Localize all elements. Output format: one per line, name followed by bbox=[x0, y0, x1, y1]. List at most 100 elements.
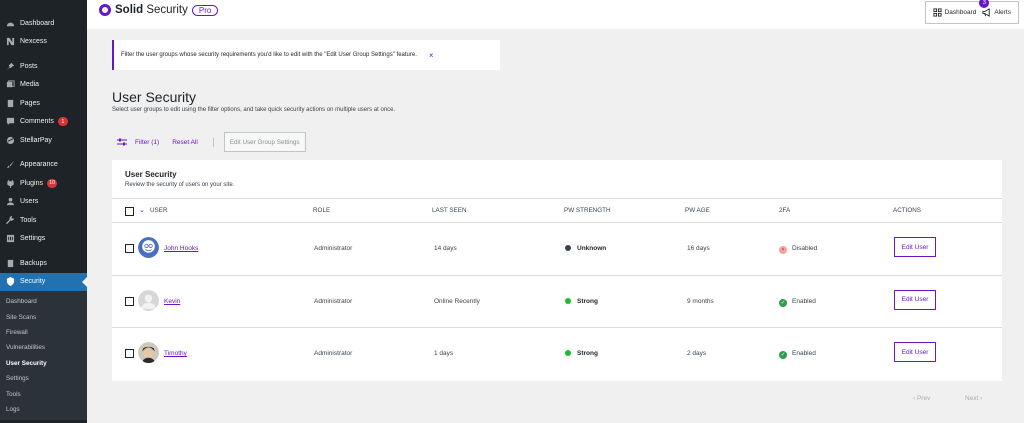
sidebar-item-media[interactable]: Media bbox=[0, 76, 87, 95]
sidebar-item-dashboard[interactable]: Dashboard bbox=[0, 14, 87, 33]
next-page-button[interactable]: Next › bbox=[965, 395, 982, 402]
strength-dot-icon bbox=[565, 350, 571, 356]
row-checkbox[interactable] bbox=[125, 296, 134, 306]
submenu-item-tools[interactable]: Tools bbox=[0, 386, 87, 401]
sidebar-item-nexcess[interactable]: Nexcess bbox=[0, 33, 87, 52]
sliders-icon bbox=[117, 138, 127, 146]
dashboard-icon bbox=[5, 18, 15, 28]
table-row: Timothy Administrator 1 days Strong 2 da… bbox=[112, 328, 1002, 381]
user-last-seen: Online Recently bbox=[434, 297, 480, 305]
logo-text: Solid Security bbox=[115, 4, 188, 16]
submenu-item-logs[interactable]: Logs bbox=[0, 402, 87, 417]
pw-age: 9 months bbox=[687, 297, 714, 305]
strength-dot-icon bbox=[565, 297, 571, 304]
row-checkbox[interactable] bbox=[125, 349, 134, 358]
alerts-button-label: Alerts bbox=[994, 9, 1011, 16]
pw-strength: Strong bbox=[565, 350, 598, 357]
user-icon bbox=[5, 197, 15, 207]
sidebar-item-label: Settings bbox=[20, 235, 46, 243]
user-name-link[interactable]: John Hooks bbox=[164, 245, 198, 252]
toolbar-divider bbox=[212, 137, 214, 147]
submenu-item-site-scans[interactable]: Site Scans bbox=[0, 309, 87, 324]
pw-strength: Strong bbox=[565, 297, 598, 305]
sidebar-item-label: Security bbox=[20, 278, 46, 286]
sidebar-item-pages[interactable]: Pages bbox=[0, 94, 87, 113]
edit-user-button[interactable]: Edit User bbox=[894, 342, 936, 362]
settings-icon bbox=[5, 234, 15, 244]
media-icon bbox=[5, 80, 15, 90]
solid-security-logo: Solid Security Pro bbox=[99, 4, 219, 16]
plugins-count-badge: 10 bbox=[46, 178, 58, 188]
row-checkbox[interactable] bbox=[125, 244, 134, 253]
user-name-link[interactable]: Timothy bbox=[164, 350, 187, 357]
submenu-item-firewall[interactable]: Firewall bbox=[0, 325, 87, 340]
sidebar-item-plugins[interactable]: Plugins 10 bbox=[0, 174, 87, 193]
submenu-item-dashboard[interactable]: Dashboard bbox=[0, 294, 87, 309]
card-subtitle: Review the security of users on your sit… bbox=[125, 182, 235, 188]
backup-icon bbox=[5, 258, 15, 268]
chevron-down-icon[interactable]: ⌄ bbox=[139, 206, 145, 214]
submenu-item-vulnerabilities[interactable]: Vulnerabilities bbox=[0, 340, 87, 355]
plugin-header: Solid Security Pro Dashboard 3 Alerts bbox=[87, 0, 1024, 29]
sidebar-item-backups[interactable]: Backups bbox=[0, 254, 87, 273]
table-row: Kevin Administrator Online Recently Stro… bbox=[112, 276, 1002, 328]
avatar bbox=[138, 289, 159, 311]
sidebar-item-appearance[interactable]: Appearance bbox=[0, 156, 87, 175]
user-role: Administrator bbox=[314, 245, 353, 252]
filter-notice: Filter the user groups whose security re… bbox=[112, 40, 500, 70]
avatar bbox=[138, 342, 159, 363]
filter-button-label: Filter (1) bbox=[135, 138, 160, 146]
user-security-card: User Security Review the security of use… bbox=[112, 160, 1002, 381]
sidebar-item-security[interactable]: Security bbox=[0, 272, 87, 291]
nexcess-icon bbox=[5, 37, 15, 47]
sidebar-item-label: Backups bbox=[20, 259, 47, 267]
page-title: User Security bbox=[112, 89, 197, 105]
table-row: John Hooks Administrator 14 days Unknown… bbox=[112, 223, 1002, 276]
column-header-last-seen: LAST SEEN bbox=[432, 207, 467, 214]
edit-user-button[interactable]: Edit User bbox=[894, 289, 936, 310]
dashboard-button-label: Dashboard bbox=[944, 9, 977, 16]
shield-icon bbox=[5, 277, 15, 287]
sidebar-item-users[interactable]: Users bbox=[0, 193, 87, 212]
submenu-item-settings[interactable]: Settings bbox=[0, 371, 87, 386]
admin-sidebar: Dashboard Nexcess Posts Media Pages Comm… bbox=[0, 0, 87, 423]
user-name-link[interactable]: Kevin bbox=[164, 298, 180, 305]
sidebar-item-label: Dashboard bbox=[20, 19, 55, 27]
reset-all-link[interactable]: Reset All bbox=[172, 139, 198, 146]
select-all-checkbox[interactable] bbox=[125, 207, 134, 216]
avatar bbox=[138, 237, 159, 258]
sidebar-item-label: Media bbox=[20, 81, 40, 89]
header-actions: Dashboard 3 Alerts bbox=[924, 0, 1019, 24]
edit-user-button[interactable]: Edit User bbox=[894, 237, 936, 257]
edit-user-group-settings-button[interactable]: Edit User Group Settings bbox=[223, 132, 306, 152]
user-role: Administrator bbox=[314, 297, 353, 305]
alerts-count-badge: 3 bbox=[979, 0, 990, 8]
notice-close-icon[interactable]: × bbox=[429, 51, 434, 60]
sidebar-item-tools[interactable]: Tools bbox=[0, 211, 87, 230]
pw-age: 2 days bbox=[687, 350, 707, 357]
dashboard-button[interactable]: Dashboard bbox=[933, 8, 977, 17]
security-submenu: Dashboard Site Scans Firewall Vulnerabil… bbox=[0, 291, 87, 421]
pro-badge: Pro bbox=[191, 4, 219, 16]
sidebar-item-comments[interactable]: Comments 1 bbox=[0, 113, 87, 132]
check-icon: ✓ bbox=[779, 351, 787, 359]
card-title: User Security bbox=[125, 170, 177, 179]
sidebar-item-stellarpay[interactable]: StellarPay bbox=[0, 131, 87, 150]
logo-mark-icon bbox=[99, 4, 111, 16]
twofa-status: ✓ Enabled bbox=[779, 350, 816, 359]
column-header-user[interactable]: USER bbox=[150, 207, 168, 214]
sidebar-item-posts[interactable]: Posts bbox=[0, 57, 87, 76]
filter-button[interactable]: Filter (1) bbox=[117, 137, 159, 147]
sidebar-item-label: Appearance bbox=[20, 161, 58, 169]
sidebar-item-label: Pages bbox=[20, 99, 40, 107]
prev-page-button[interactable]: ‹ Prev bbox=[913, 395, 930, 402]
plugin-icon bbox=[5, 178, 15, 188]
alerts-button[interactable]: 3 Alerts bbox=[979, 0, 1011, 17]
sidebar-item-settings[interactable]: Settings bbox=[0, 230, 87, 249]
column-header-pw-age: PW AGE bbox=[685, 207, 710, 214]
column-header-2fa: 2FA bbox=[779, 207, 791, 214]
user-role: Administrator bbox=[314, 350, 353, 357]
user-last-seen: 1 days bbox=[434, 350, 454, 357]
filter-toolbar: Filter (1) Reset All Edit User Group Set… bbox=[117, 131, 306, 153]
submenu-item-user-security[interactable]: User Security bbox=[0, 356, 87, 371]
